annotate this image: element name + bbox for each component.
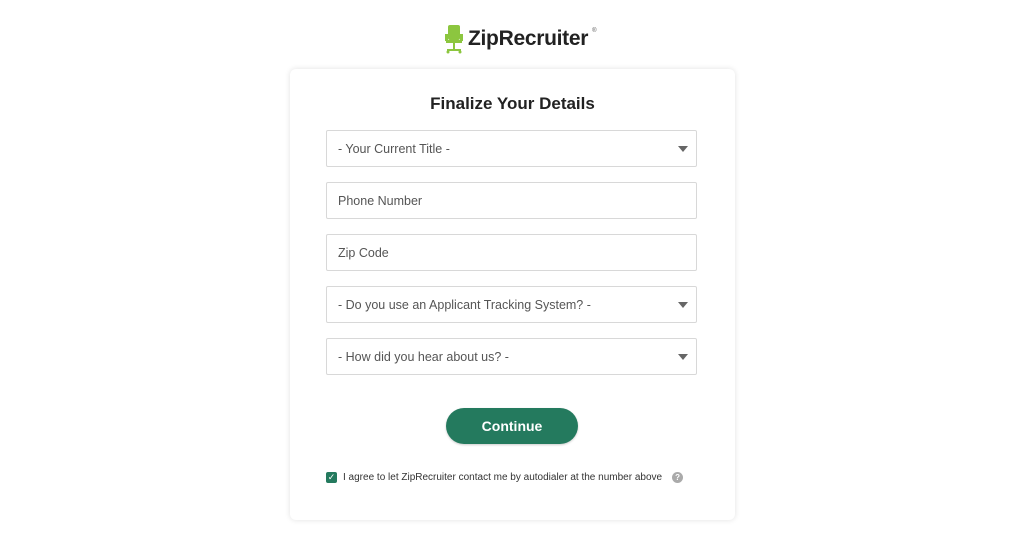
details-form-card: Finalize Your Details - Your Current Tit… — [290, 69, 735, 520]
continue-button[interactable]: Continue — [446, 408, 578, 444]
chair-icon — [445, 25, 463, 54]
form-title: Finalize Your Details — [430, 94, 595, 113]
ats-select[interactable]: - Do you use an Applicant Tracking Syste… — [326, 286, 697, 323]
consent-checkbox[interactable]: ✓ — [326, 472, 337, 483]
consent-label: I agree to let ZipRecruiter contact me b… — [343, 472, 663, 483]
consent-row: ✓ I agree to let ZipRecruiter contact me… — [326, 472, 684, 483]
logo-text: ZipRecruiter — [468, 27, 589, 50]
trademark: ® — [592, 28, 597, 34]
phone-number-input[interactable]: Phone Number — [326, 182, 697, 219]
referral-source-value: - How did you hear about us? - — [338, 349, 509, 364]
zip-code-input[interactable]: Zip Code — [326, 234, 697, 271]
help-icon[interactable]: ? — [672, 472, 684, 483]
chevron-down-icon — [678, 354, 688, 360]
current-title-select[interactable]: - Your Current Title - — [326, 130, 697, 167]
zip-code-placeholder: Zip Code — [338, 245, 389, 260]
ziprecruiter-logo: ZipRecruiter ® — [444, 24, 597, 54]
current-title-value: - Your Current Title - — [338, 141, 450, 156]
phone-number-placeholder: Phone Number — [338, 193, 423, 208]
chevron-down-icon — [678, 302, 688, 308]
referral-source-select[interactable]: - How did you hear about us? - — [326, 338, 697, 375]
chevron-down-icon — [678, 146, 688, 152]
ats-value: - Do you use an Applicant Tracking Syste… — [338, 297, 591, 312]
